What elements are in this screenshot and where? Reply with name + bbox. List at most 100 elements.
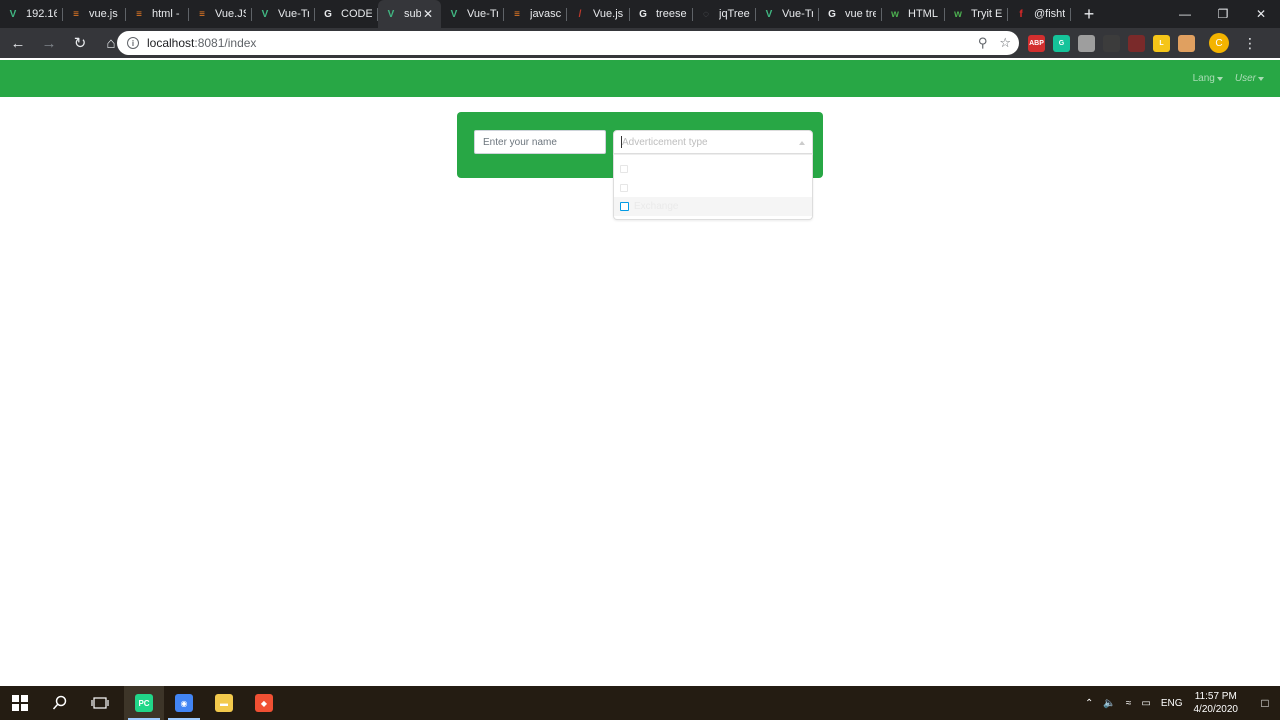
taskbar-app[interactable]: ◉	[164, 686, 204, 720]
w3schools-icon: w	[954, 8, 962, 20]
windows-taskbar: PC ◉ ▬ ◆ ⌃ 🔈 ≈ ▭ ENG 11:57 PM 4/20/2020 □	[0, 686, 1280, 720]
option-label: Exchange	[634, 201, 679, 212]
vue-icon: V	[9, 8, 17, 20]
navbar-links: Lang User	[1193, 60, 1264, 97]
chevron-up-icon[interactable]	[799, 141, 805, 145]
user-dropdown[interactable]: User	[1235, 73, 1264, 84]
clock-time: 11:57 PM	[1194, 691, 1237, 702]
grammarly-icon[interactable]: G	[1053, 34, 1070, 52]
name-input[interactable]	[474, 130, 606, 154]
tab-title: HTML	[908, 8, 938, 20]
volume-icon[interactable]: 🔈	[1103, 698, 1115, 709]
select-option[interactable]: Exchange	[614, 197, 812, 216]
bookmark-star-icon[interactable]: ☆	[999, 35, 1011, 51]
task-view-icon[interactable]	[80, 686, 120, 720]
checkbox[interactable]	[620, 202, 629, 211]
browser-tab[interactable]: V Vue-Tr	[441, 0, 504, 28]
tab-title: @fisht	[1034, 8, 1065, 20]
tab-title: treesel	[656, 8, 687, 20]
extension-puzzle-icon[interactable]	[1078, 34, 1095, 52]
browser-tab[interactable]: ◌ jqTree	[693, 0, 756, 28]
tab-title: javascr	[530, 8, 561, 20]
globe-icon: ◌	[703, 8, 709, 20]
tab-title: CODE	[341, 8, 372, 20]
browser-tab[interactable]: w HTML	[882, 0, 945, 28]
taskbar-app[interactable]: ◆	[244, 686, 284, 720]
extension-dark-icon[interactable]	[1103, 34, 1120, 52]
search-icon[interactable]	[40, 686, 80, 720]
file-explorer-icon: ▬	[215, 694, 233, 712]
forward-icon[interactable]: →	[36, 30, 62, 56]
zoom-icon[interactable]: ⚲	[978, 35, 988, 51]
profile-avatar[interactable]: C	[1209, 33, 1229, 53]
browser-tab[interactable]: f @fisht	[1008, 0, 1071, 28]
flipboard-icon: f	[1019, 8, 1023, 20]
tab-title: html -	[152, 8, 180, 20]
browser-tab[interactable]: ≡ html -	[126, 0, 189, 28]
browser-toolbar: ← → ↻ ⌂ i localhost:8081/index ⚲ ☆ ABP G L…	[0, 28, 1280, 58]
w3schools-icon: w	[891, 8, 899, 20]
back-icon[interactable]: ←	[5, 30, 31, 56]
close-tab-icon[interactable]: ✕	[423, 7, 435, 21]
browser-tab[interactable]: V Vue-Tr	[252, 0, 315, 28]
browser-tab[interactable]: ≡ javascr	[504, 0, 567, 28]
address-url[interactable]: localhost:8081/index	[147, 36, 256, 50]
laracasts-icon: /	[578, 8, 582, 20]
tab-title: vue tre	[845, 8, 876, 20]
browser-tab[interactable]: w Tryit E	[945, 0, 1008, 28]
extension-red-circle-icon[interactable]	[1128, 34, 1145, 52]
clock-date: 4/20/2020	[1193, 704, 1239, 715]
browser-tab[interactable]: G CODE	[315, 0, 378, 28]
tab-title: Vue-Tr	[467, 8, 498, 20]
close-window-icon[interactable]: ✕	[1242, 0, 1280, 28]
browser-tab[interactable]: Gtreesel	[630, 0, 693, 28]
select-option[interactable]	[614, 178, 812, 197]
advertisement-type-select[interactable]: Adverticement type Exchange	[613, 130, 813, 220]
notification-icon[interactable]: □	[1250, 696, 1280, 710]
checkbox[interactable]	[620, 183, 628, 192]
extension-l-icon[interactable]: L	[1153, 34, 1170, 52]
clock[interactable]: 11:57 PM 4/20/2020	[1194, 690, 1239, 716]
stackoverflow-icon: ≡	[199, 8, 205, 20]
input-language[interactable]: ENG	[1161, 698, 1183, 709]
windows-start-icon[interactable]	[0, 686, 40, 720]
vue-icon: V	[387, 8, 395, 20]
lang-dropdown[interactable]: Lang	[1193, 73, 1223, 84]
taskbar-app[interactable]: PC	[124, 686, 164, 720]
select-control[interactable]: Adverticement type	[613, 130, 813, 154]
caret-down-icon	[1216, 76, 1223, 81]
tab-title: 192.16	[26, 8, 57, 20]
chevron-up-icon[interactable]: ⌃	[1085, 698, 1093, 709]
wifi-icon[interactable]: ≈	[1126, 698, 1132, 709]
extensions-area: ABP G L C ⋮	[1028, 31, 1257, 55]
taskbar-app[interactable]: ▬	[204, 686, 244, 720]
checkbox[interactable]	[620, 164, 628, 173]
lang-label: Lang	[1192, 73, 1215, 84]
user-label: User	[1234, 73, 1256, 84]
select-option[interactable]	[614, 159, 812, 178]
browser-tab[interactable]: Vsub ✕	[378, 0, 441, 28]
stackoverflow-icon: ≡	[514, 8, 520, 20]
select-placeholder: Adverticement type	[622, 136, 708, 148]
browser-menu-icon[interactable]: ⋮	[1243, 35, 1257, 52]
adblock-icon[interactable]: ABP	[1028, 34, 1045, 52]
browser-tab[interactable]: Gvue tre	[819, 0, 882, 28]
reload-icon[interactable]: ↻	[67, 30, 93, 56]
browser-tab[interactable]: V Vue-Tr	[756, 0, 819, 28]
browser-tab[interactable]: V 192.16	[0, 0, 63, 28]
tab-title: Vue-Tr	[278, 8, 309, 20]
browser-tab[interactable]: ≡ Vue.JS	[189, 0, 252, 28]
minimize-icon[interactable]: —	[1166, 0, 1204, 28]
tab-title: Vue.JS	[215, 8, 246, 20]
browser-tab[interactable]: ≡ vue.js	[63, 0, 126, 28]
battery-icon[interactable]: ▭	[1141, 698, 1150, 709]
restore-icon[interactable]: ❐	[1204, 0, 1242, 28]
browser-tab[interactable]: / Vue.js	[567, 0, 630, 28]
new-tab-button[interactable]: +	[1075, 0, 1103, 28]
tab-title: sub	[404, 8, 421, 20]
address-bar[interactable]: i localhost:8081/index ⚲ ☆	[117, 31, 1019, 55]
extension-face-icon[interactable]	[1178, 34, 1195, 52]
omnibox-tools: ⚲ ☆	[978, 31, 1011, 55]
stackoverflow-icon: ≡	[136, 8, 142, 20]
site-info-icon[interactable]: i	[127, 37, 139, 49]
